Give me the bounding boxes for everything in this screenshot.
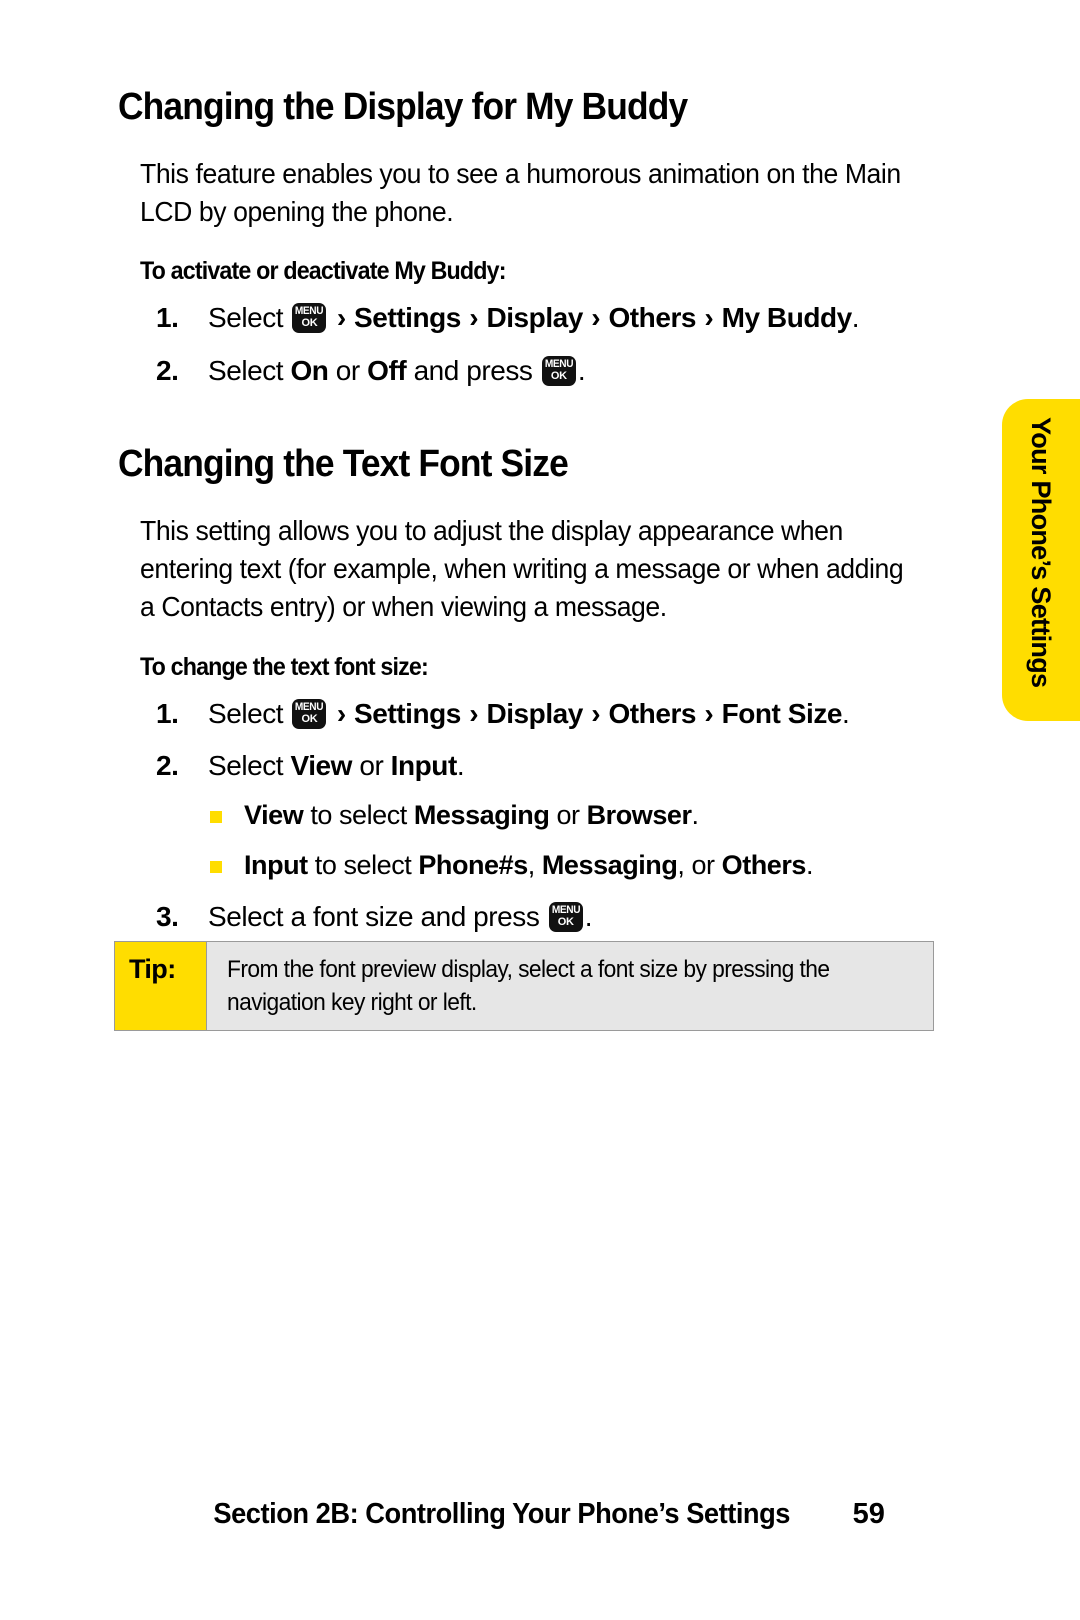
- menu-key-line1: MENU: [551, 903, 581, 916]
- comma: ,: [527, 849, 536, 880]
- step-number: 1.: [156, 697, 179, 729]
- subheading-change-text-font-size: To change the text font size:: [140, 652, 429, 681]
- step-prefix-label: Select: [208, 302, 284, 334]
- heading-changing-text-font-size: Changing the Text Font Size: [118, 443, 569, 486]
- menu-ok-key-icon: MENU OK: [541, 355, 576, 386]
- menu-key-line1: MENU: [295, 700, 324, 713]
- step-prefix-label: Select: [208, 354, 284, 386]
- step-suffix: .: [851, 302, 860, 334]
- menu-ok-key-icon: MENU OK: [292, 698, 327, 729]
- step-prefix-label: Select a font size and press: [208, 900, 540, 932]
- step-suffix: .: [456, 750, 465, 782]
- chevron-right-icon: ›: [469, 697, 479, 729]
- menu-path-display: Display: [486, 302, 583, 334]
- step-number: 2.: [156, 354, 179, 386]
- bullet-end: .: [806, 849, 814, 880]
- bullet-mid-text: to select: [314, 849, 412, 880]
- menu-key-line2: OK: [301, 317, 318, 330]
- chevron-right-icon: ›: [336, 697, 346, 729]
- option-off: Off: [367, 354, 407, 386]
- list-item: View to select Messaging or Browser.: [208, 798, 950, 833]
- option-messaging: Messaging: [413, 800, 550, 831]
- list-item: Input to select Phone#s, Messaging, or O…: [208, 848, 950, 883]
- steps-my-buddy: 1. Select MENU OK › Settings › Display › …: [118, 300, 950, 389]
- footer-section-title: Section 2B: Controlling Your Phone’s Set…: [213, 1498, 791, 1530]
- option-messaging: Messaging: [541, 849, 678, 880]
- step-prefix-label: Select: [208, 697, 284, 729]
- paragraph-my-buddy: This feature enables you to see a humoro…: [140, 157, 901, 227]
- chevron-right-icon: ›: [704, 697, 714, 729]
- option-browser: Browser: [586, 800, 692, 831]
- menu-ok-key-icon: MENU OK: [548, 901, 583, 932]
- tip-label-cell: Tip:: [115, 942, 207, 1030]
- footer-page-number: 59: [852, 1498, 885, 1530]
- menu-key-line2: OK: [550, 369, 567, 382]
- step-suffix: .: [842, 697, 850, 729]
- menu-path-font-size: Font Size: [721, 697, 843, 729]
- menu-path-others: Others: [608, 697, 697, 729]
- side-tab-label: Your Phone’s Settings: [1026, 417, 1057, 688]
- step-middle-label: and press: [413, 354, 533, 386]
- subheading-activate-my-buddy: To activate or deactivate My Buddy:: [140, 257, 506, 286]
- bullet-lead-view: View: [244, 800, 304, 831]
- menu-path-settings: Settings: [354, 697, 461, 729]
- step-number: 3.: [156, 900, 179, 932]
- step-text: Select MENU OK › Settings › Display › Oth…: [208, 302, 860, 334]
- option-on: On: [290, 354, 329, 386]
- steps-font-size: 1. Select MENU OK › Settings › Display › …: [118, 696, 950, 935]
- bullet-end: .: [691, 800, 700, 831]
- square-bullet-icon: [210, 811, 222, 824]
- tip-text: From the font preview display, select a …: [227, 956, 830, 1017]
- menu-path-display: Display: [486, 697, 583, 729]
- step-text: Select View or Input.: [208, 750, 465, 782]
- conjunction: or: [556, 800, 580, 831]
- option-others: Others: [721, 849, 807, 880]
- step-suffix: .: [584, 900, 593, 932]
- option-input: Input: [390, 750, 458, 782]
- tip-text-cell: From the font preview display, select a …: [207, 942, 933, 1030]
- paragraph-text-font-size: This setting allows you to adjust the di…: [140, 514, 904, 623]
- square-bullet-icon: [210, 860, 222, 873]
- side-tab-your-phones-settings: Your Phone’s Settings: [1002, 399, 1080, 721]
- heading-changing-display-my-buddy: Changing the Display for My Buddy: [118, 86, 688, 128]
- step-item: 2. Select View or Input. View to select …: [118, 748, 950, 883]
- menu-key-line1: MENU: [544, 357, 574, 370]
- tip-box: Tip: From the font preview display, sele…: [114, 941, 934, 1031]
- menu-path-settings: Settings: [354, 302, 461, 334]
- chevron-right-icon: ›: [591, 697, 601, 729]
- step-prefix-label: Select: [208, 750, 284, 782]
- chevron-right-icon: ›: [336, 302, 346, 334]
- menu-path-others: Others: [608, 302, 697, 334]
- step-text: Select a font size and press MENU OK.: [208, 900, 593, 932]
- step-number: 1.: [156, 302, 179, 334]
- chevron-right-icon: ›: [704, 302, 714, 334]
- conjunction: or: [335, 354, 360, 386]
- tip-label: Tip:: [129, 954, 176, 984]
- step-suffix: .: [577, 354, 586, 386]
- manual-page: Changing the Display for My Buddy This f…: [0, 0, 1080, 1620]
- chevron-right-icon: ›: [469, 302, 479, 334]
- menu-key-line2: OK: [557, 915, 574, 928]
- step-text: Select MENU OK › Settings › Display › Oth…: [208, 697, 850, 729]
- menu-key-line2: OK: [301, 712, 318, 725]
- menu-path-my-buddy: My Buddy: [721, 302, 853, 334]
- option-phone-numbers: Phone#s: [418, 849, 528, 880]
- conjunction: , or: [677, 849, 715, 880]
- bullet-lead-input: Input: [244, 849, 308, 880]
- menu-ok-key-icon: MENU OK: [292, 303, 327, 334]
- option-view: View: [290, 750, 352, 782]
- step-item: 1. Select MENU OK › Settings › Display › …: [118, 696, 950, 732]
- chevron-right-icon: ›: [591, 302, 601, 334]
- conjunction: or: [359, 750, 384, 782]
- step-item: 1. Select MENU OK › Settings › Display › …: [118, 300, 950, 336]
- step-number: 2.: [156, 750, 179, 782]
- step-text: Select On or Off and press MENU OK.: [208, 354, 586, 386]
- bullet-mid-text: to select: [310, 800, 407, 831]
- menu-key-line1: MENU: [295, 305, 324, 318]
- step-item: 2. Select On or Off and press MENU OK.: [118, 353, 950, 389]
- page-content: Changing the Display for My Buddy This f…: [118, 86, 950, 935]
- sub-bullet-list: View to select Messaging or Browser. Inp…: [208, 798, 950, 882]
- step-item: 3. Select a font size and press MENU OK.: [118, 899, 950, 935]
- footer: Section 2B: Controlling Your Phone’s Set…: [0, 1498, 1080, 1531]
